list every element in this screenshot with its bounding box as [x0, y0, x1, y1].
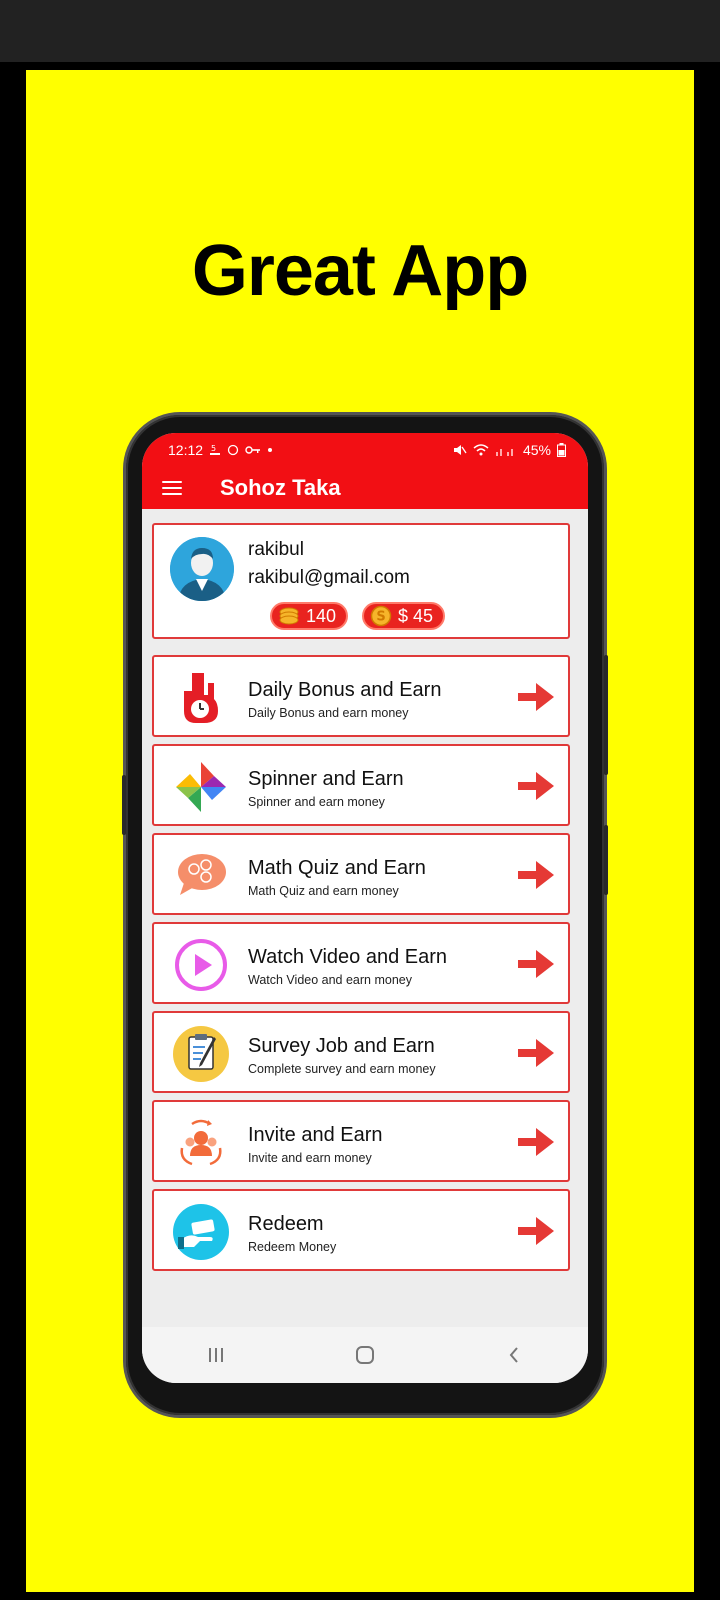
- coin-stack-icon: [279, 607, 299, 625]
- menu-item-daily-bonus[interactable]: Daily Bonus and Earn Daily Bonus and ear…: [152, 655, 570, 737]
- signal-icon: [495, 449, 513, 456]
- coins-value: 140: [306, 605, 337, 626]
- arrow-right-icon: [518, 861, 554, 889]
- menu-item-subtitle: Daily Bonus and earn money: [248, 706, 409, 720]
- menu-item-subtitle: Invite and earn money: [248, 1151, 372, 1165]
- power-button: [604, 655, 608, 775]
- menu-item-subtitle: Spinner and earn money: [248, 795, 385, 809]
- balance-badge: S $ 45: [362, 602, 446, 630]
- menu-item-subtitle: Complete survey and earn money: [248, 1062, 436, 1076]
- clipboard-icon: [173, 1026, 229, 1082]
- invite-icon: [180, 1119, 222, 1166]
- svg-text:5: 5: [211, 444, 216, 453]
- profile-name: rakibul: [248, 539, 304, 560]
- menu-item-math-quiz[interactable]: Math Quiz and Earn Math Quiz and earn mo…: [152, 833, 570, 915]
- phone-frame: 12:12 5 45% Sohoz Taka rakibul rakibul@g…: [122, 415, 608, 1415]
- status-time: 12:12: [168, 442, 204, 458]
- arrow-right-icon: [518, 772, 554, 800]
- menu-item-subtitle: Watch Video and earn money: [248, 973, 412, 987]
- dollar-coin-icon: S: [370, 605, 392, 627]
- volume-button: [122, 775, 126, 835]
- data-speed-icon: 5: [210, 444, 221, 455]
- profile-card: rakibul rakibul@gmail.com 140 S $ 45: [152, 523, 570, 639]
- menu-item-redeem[interactable]: Redeem Redeem Money: [152, 1189, 570, 1271]
- back-icon: [509, 1347, 518, 1363]
- android-nav-bar: [142, 1327, 588, 1383]
- redeem-icon: [173, 1204, 229, 1260]
- menu-item-title: Math Quiz and Earn: [248, 857, 426, 879]
- menu-item-title: Spinner and Earn: [248, 768, 404, 790]
- daily-bonus-icon: [184, 673, 218, 723]
- menu-item-watch-video[interactable]: Watch Video and Earn Watch Video and ear…: [152, 922, 570, 1004]
- top-dark-bar: [0, 0, 720, 62]
- home-icon: [355, 1346, 374, 1364]
- status-bar: 12:12 5 45%: [142, 433, 588, 467]
- math-quiz-icon: [178, 854, 226, 895]
- menu-item-survey[interactable]: Survey Job and Earn Complete survey and …: [152, 1011, 570, 1093]
- dot-icon: [268, 448, 273, 452]
- recent-apps-icon: [209, 1348, 224, 1362]
- menu-item-subtitle: Math Quiz and earn money: [248, 884, 399, 898]
- battery-percent: 45%: [522, 442, 551, 458]
- key-icon: [245, 446, 261, 454]
- menu-item-subtitle: Redeem Money: [248, 1240, 337, 1254]
- menu-item-title: Daily Bonus and Earn: [248, 679, 442, 701]
- alarm-icon: [227, 444, 239, 456]
- hamburger-menu-icon[interactable]: [162, 481, 182, 495]
- headline: Great App: [191, 231, 529, 311]
- arrow-right-icon: [518, 1128, 554, 1156]
- menu-item-title: Invite and Earn: [248, 1124, 383, 1146]
- menu-item-title: Redeem: [248, 1213, 324, 1235]
- avatar: [170, 537, 234, 601]
- promo-poster: Great App 12:12 5 45% Sohoz Taka rakibul…: [26, 70, 694, 1592]
- pinwheel-icon: [176, 762, 226, 812]
- profile-email: rakibul@gmail.com: [248, 567, 410, 588]
- wifi-icon: [473, 444, 489, 456]
- play-icon: [175, 939, 227, 991]
- svg-text:S: S: [376, 610, 385, 625]
- menu-item-title: Watch Video and Earn: [248, 946, 448, 968]
- mute-icon: [453, 445, 467, 455]
- menu-item-spinner[interactable]: Spinner and Earn Spinner and earn money: [152, 744, 570, 826]
- balance-value: $ 45: [398, 605, 434, 626]
- battery-icon: [557, 443, 566, 457]
- arrow-right-icon: [518, 950, 554, 978]
- menu-item-title: Survey Job and Earn: [248, 1035, 435, 1057]
- home-button[interactable]: [345, 1335, 385, 1375]
- arrow-right-icon: [518, 1039, 554, 1067]
- arrow-right-icon: [518, 1217, 554, 1245]
- side-key: [604, 825, 608, 895]
- back-button[interactable]: [494, 1335, 534, 1375]
- app-title: Sohoz Taka: [220, 475, 341, 500]
- app-bar: Sohoz Taka: [142, 467, 588, 509]
- menu-item-invite[interactable]: Invite and Earn Invite and earn money: [152, 1100, 570, 1182]
- recent-apps-button[interactable]: [196, 1335, 236, 1375]
- phone-screen: 12:12 5 45% Sohoz Taka rakibul rakibul@g…: [142, 433, 588, 1383]
- coins-badge: 140: [270, 602, 349, 630]
- arrow-right-icon: [518, 683, 554, 711]
